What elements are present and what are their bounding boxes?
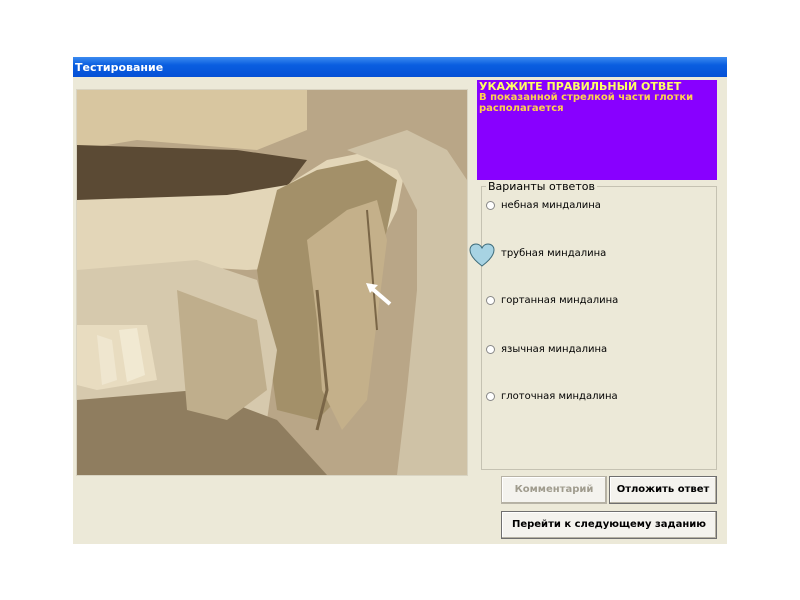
answer-option-4[interactable]: язычная миндалина bbox=[486, 344, 607, 355]
answer-options-group: Варианты ответов небная миндалина трубна… bbox=[481, 180, 717, 470]
comment-button[interactable]: Комментарий bbox=[501, 476, 607, 504]
question-header: УКАЖИТЕ ПРАВИЛЬНЫЙ ОТВЕТ bbox=[479, 80, 682, 93]
answer-option-label: небная миндалина bbox=[501, 200, 601, 211]
window-title: Тестирование bbox=[75, 61, 164, 74]
next-task-button[interactable]: Перейти к следующему заданию bbox=[501, 511, 717, 539]
postpone-answer-button[interactable]: Отложить ответ bbox=[609, 476, 717, 504]
answer-option-3[interactable]: гортанная миндалина bbox=[486, 295, 618, 306]
radio-button[interactable] bbox=[486, 345, 495, 354]
answer-option-5[interactable]: глоточная миндалина bbox=[486, 391, 618, 402]
radio-button[interactable] bbox=[486, 296, 495, 305]
radio-button[interactable] bbox=[486, 201, 495, 210]
question-text: В показанной стрелкой части глотки распо… bbox=[479, 92, 694, 114]
answer-option-2[interactable]: трубная миндалина bbox=[486, 248, 606, 259]
answer-option-label: язычная миндалина bbox=[501, 344, 608, 355]
window-title-bar: Тестирование bbox=[73, 57, 727, 77]
radio-button[interactable] bbox=[486, 392, 495, 401]
question-panel: УКАЖИТЕ ПРАВИЛЬНЫЙ ОТВЕТ В показанной ст… bbox=[477, 80, 717, 180]
answer-option-1[interactable]: небная миндалина bbox=[486, 200, 601, 211]
answer-option-label: трубная миндалина bbox=[501, 248, 607, 259]
heart-cursor-icon bbox=[469, 243, 495, 267]
test-window: Тестирование УКАЖИТЕ ПРАВИЛЬНЫЙ ОТВЕТ В … bbox=[73, 57, 727, 544]
pharynx-specimen-image bbox=[77, 90, 467, 475]
anatomy-photo bbox=[76, 89, 468, 476]
answer-option-label: гортанная миндалина bbox=[501, 295, 619, 306]
answer-options-legend: Варианты ответов bbox=[486, 180, 597, 193]
answer-option-label: глоточная миндалина bbox=[501, 391, 618, 402]
